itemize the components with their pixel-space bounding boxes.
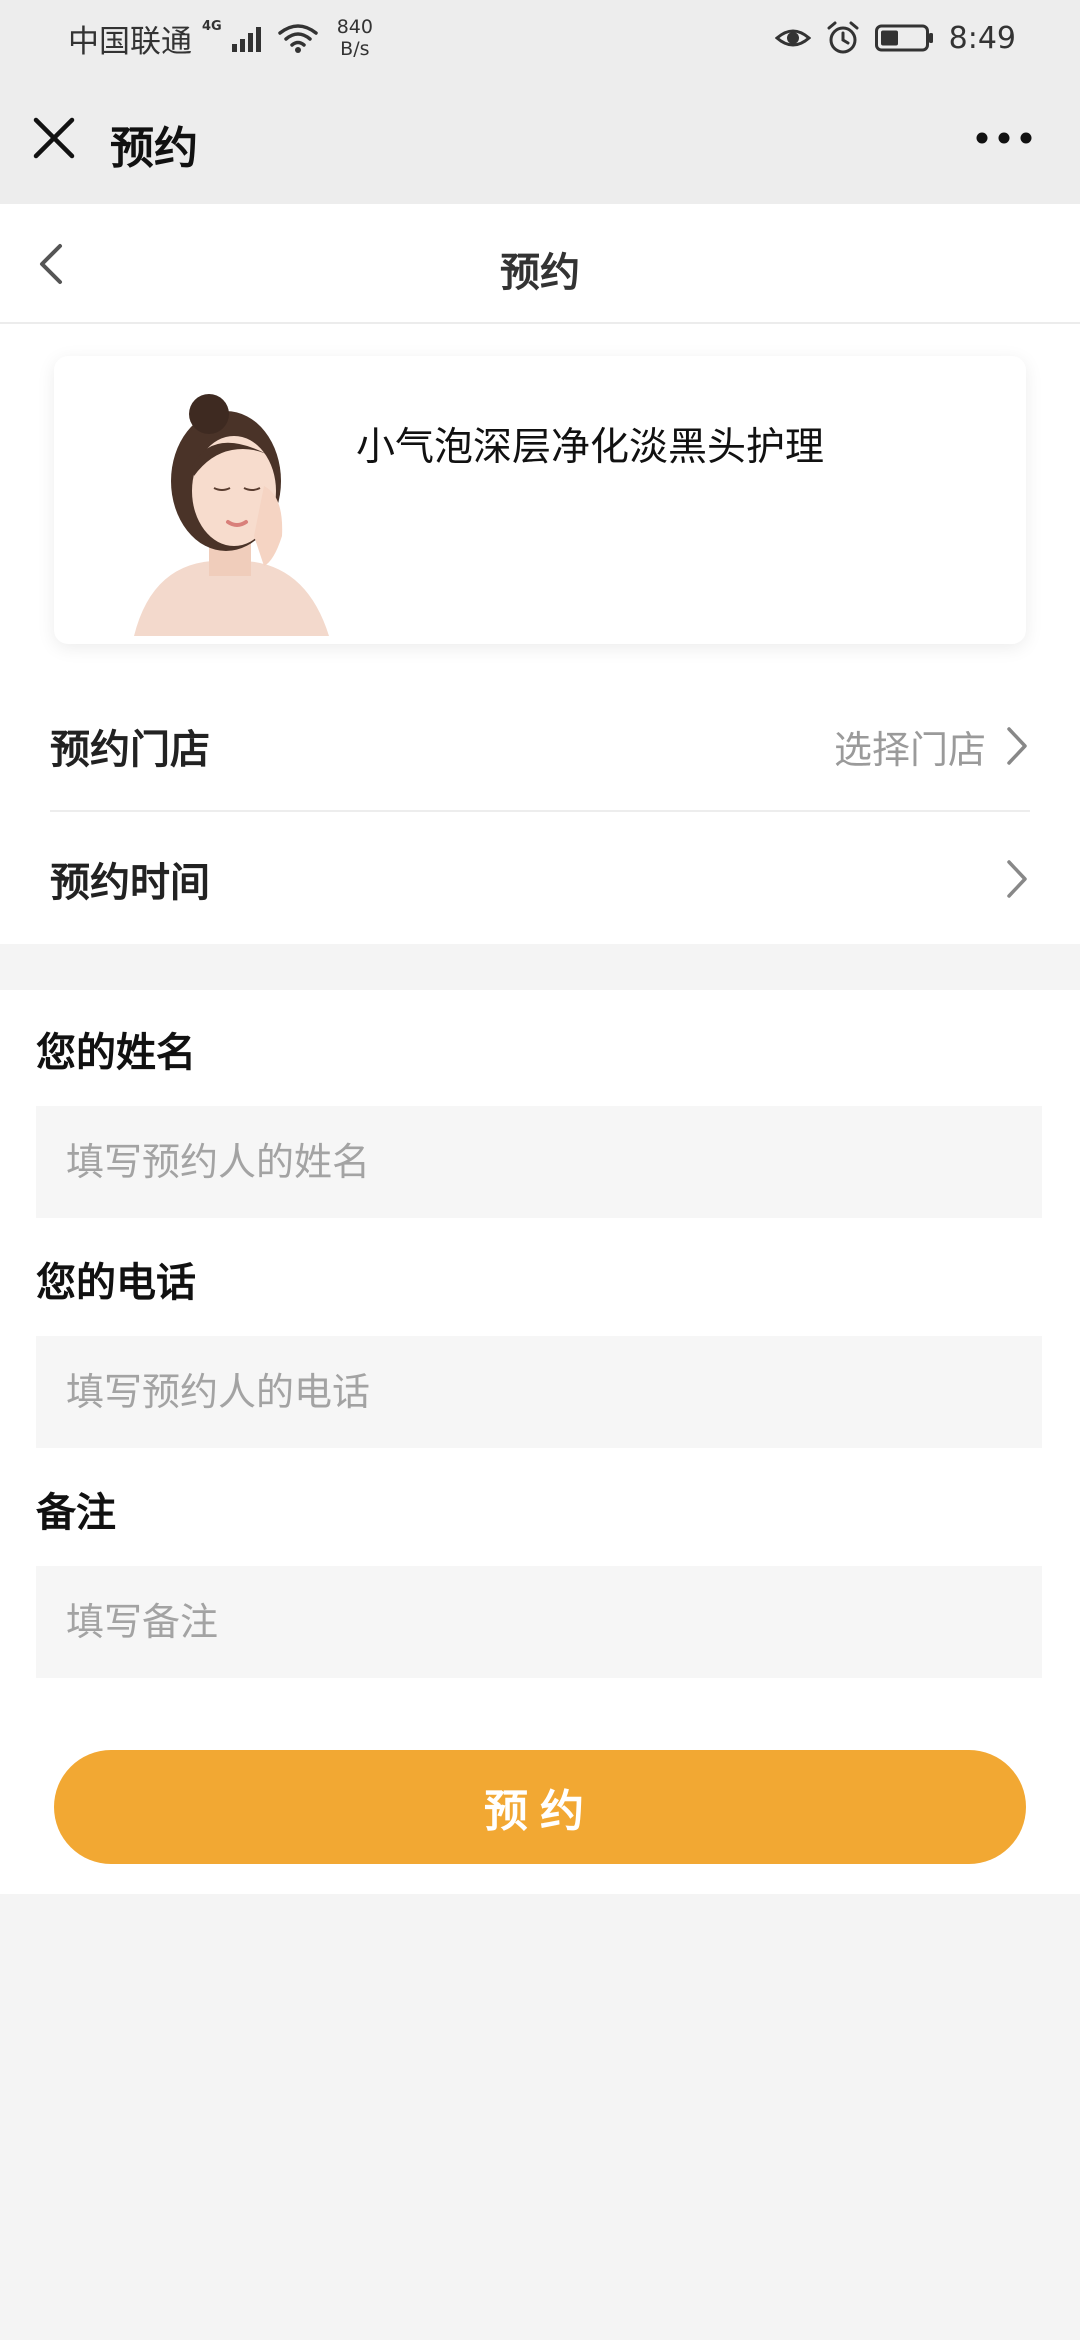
close-icon[interactable]: [30, 114, 78, 162]
battery-icon: [874, 24, 933, 52]
phone-field[interactable]: [36, 1336, 1042, 1448]
network-type: 4G: [202, 18, 222, 34]
time-select-row[interactable]: 预约时间: [50, 814, 1030, 944]
name-label: 您的姓名: [36, 1030, 196, 1076]
chevron-right-icon: [1007, 727, 1027, 765]
submit-button[interactable]: 预约: [54, 1750, 1026, 1864]
status-bar: 中国联通 4G 840 B/s 8:49: [0, 0, 1080, 76]
status-right: 8:49: [774, 20, 1016, 56]
signal-icon: [231, 24, 261, 52]
speed-unit: B/s: [340, 38, 370, 60]
carrier-name: 中国联通: [68, 23, 192, 60]
more-icon[interactable]: [976, 130, 1032, 146]
speed-value: 840: [336, 16, 373, 38]
wifi-icon: [277, 24, 318, 53]
chevron-right-icon: [1007, 860, 1027, 898]
time-label: 预约时间: [50, 860, 210, 906]
store-label: 预约门店: [50, 727, 210, 773]
eye-icon: [774, 29, 811, 47]
page-title: 预约: [500, 250, 580, 296]
product-card[interactable]: 小气泡深层净化淡黑头护理: [54, 356, 1026, 644]
store-select-right: 选择门店: [834, 719, 1030, 774]
product-name: 小气泡深层净化淡黑头护理: [356, 425, 825, 470]
top-bar-title: 预约: [110, 123, 198, 174]
app-top-bar: 预约: [0, 76, 1080, 204]
store-select-row[interactable]: 预约门店 选择门店: [50, 682, 1030, 812]
product-image: [114, 386, 344, 636]
note-label: 备注: [36, 1490, 116, 1536]
status-left: 中国联通 4G 840 B/s: [68, 16, 373, 61]
alarm-icon: [827, 21, 859, 54]
contact-form: 您的姓名 您的电话 备注 预约: [0, 990, 1080, 1894]
store-value: 选择门店: [833, 727, 986, 772]
phone-label: 您的电话: [36, 1260, 196, 1306]
note-field[interactable]: [36, 1566, 1042, 1678]
booking-info-section: 小气泡深层净化淡黑头护理 预约门店 选择门店 预约时间: [0, 324, 1080, 944]
page-header: 预约: [0, 204, 1080, 324]
clock-time: 8:49: [948, 20, 1016, 56]
time-select-right: [986, 857, 1030, 901]
network-speed: 840 B/s: [337, 16, 373, 60]
name-field[interactable]: [36, 1106, 1042, 1218]
